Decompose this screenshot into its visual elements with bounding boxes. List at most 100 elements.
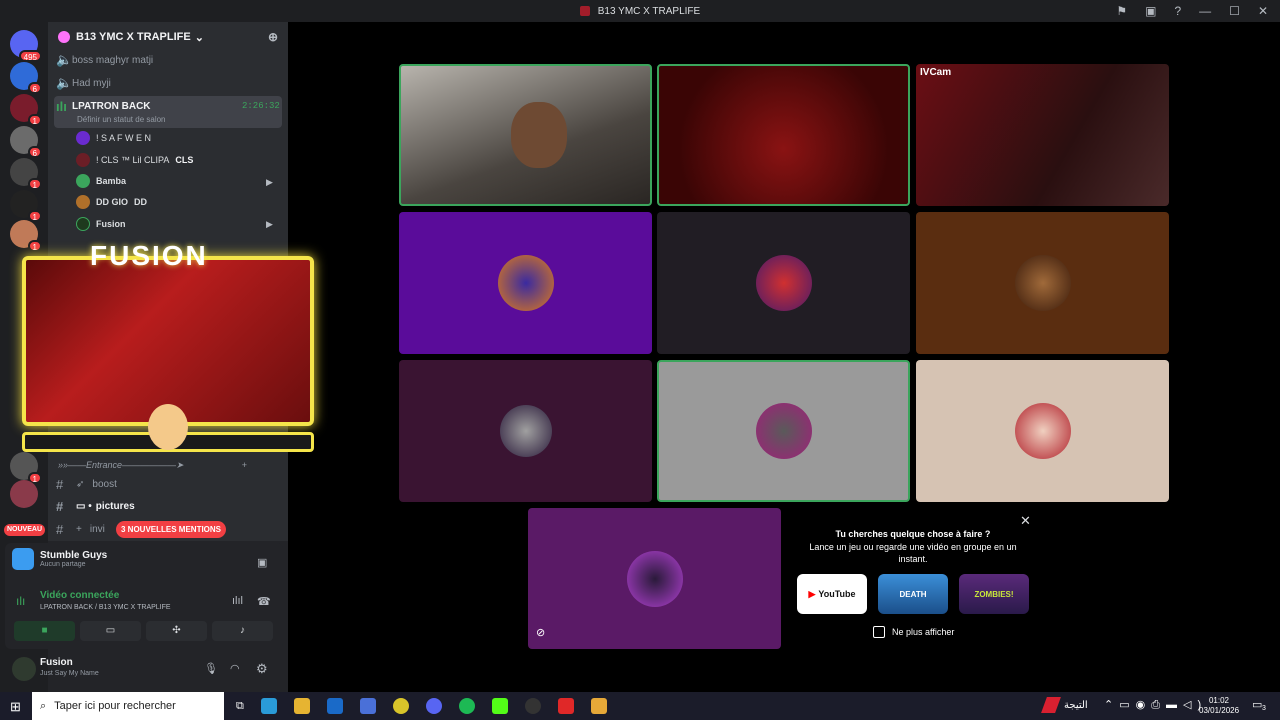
settings-icon[interactable]: ⚙ xyxy=(256,661,268,677)
checkbox[interactable] xyxy=(873,626,885,638)
microphone-icon[interactable]: 🎙 xyxy=(204,662,218,675)
checkbox-label[interactable]: Ne plus afficher xyxy=(892,627,954,637)
clock[interactable]: 01:02 03/01/2026 xyxy=(1199,696,1239,716)
file-explorer-icon[interactable] xyxy=(293,698,310,714)
edge-icon[interactable] xyxy=(260,698,277,714)
active-channel-row[interactable]: ılı LPATRON BACK xyxy=(56,96,151,116)
server-icon[interactable]: 1 xyxy=(10,220,42,252)
video-tile[interactable] xyxy=(916,212,1169,354)
screen-share-icon[interactable]: ▣ xyxy=(257,556,267,569)
unread-badge: 6 xyxy=(27,82,42,94)
video-tile[interactable] xyxy=(916,360,1169,502)
text-channel[interactable]: # ▭ • pictures xyxy=(56,496,135,516)
video-tile[interactable] xyxy=(399,360,652,502)
user-avatar[interactable] xyxy=(12,657,36,681)
inbox-icon[interactable]: ⚑ xyxy=(1116,4,1127,18)
kick-icon[interactable] xyxy=(491,698,508,714)
headset-icon[interactable]: ◠ xyxy=(230,662,240,675)
server-icon[interactable] xyxy=(10,480,38,508)
participant-face xyxy=(511,102,567,168)
category-name: »»——Entrance——————➤ xyxy=(58,459,184,470)
windows-start-icon[interactable]: ⊞ xyxy=(10,699,21,715)
app-icon[interactable] xyxy=(557,698,574,714)
video-tile[interactable]: IVCam xyxy=(916,64,1169,206)
video-button[interactable]: ■ xyxy=(14,621,75,641)
voice-status[interactable]: Vidéo connectée xyxy=(40,590,119,601)
server-header[interactable]: B13 YMC X TRAPLIFE ⌄ ⊕ xyxy=(48,22,288,52)
close-icon[interactable]: ✕ xyxy=(1020,513,1031,529)
voice-user[interactable]: ! S A F W E N xyxy=(76,128,151,148)
add-member-icon[interactable]: ⊕ xyxy=(268,30,278,44)
video-tile[interactable] xyxy=(657,212,910,354)
discord-icon[interactable] xyxy=(425,698,442,714)
voice-location[interactable]: LPATRON BACK / B13 YMC X TRAPLIFE xyxy=(40,604,171,611)
outlook-icon[interactable] xyxy=(326,698,343,714)
video-tile[interactable]: ⊘ xyxy=(528,508,781,649)
app-icon[interactable] xyxy=(590,698,607,714)
activity-row[interactable]: Stumble Guys Aucun partage xyxy=(12,548,107,570)
clock-date: 03/01/2026 xyxy=(1199,706,1240,715)
youtube-app[interactable]: ▶ YouTube xyxy=(797,574,867,614)
disconnect-icon[interactable]: ☎ xyxy=(257,595,271,608)
noise-suppression-icon[interactable]: ılıl xyxy=(232,595,243,607)
store-icon[interactable] xyxy=(359,698,376,714)
server-icon[interactable]: 1 xyxy=(10,452,42,484)
hash-icon: # xyxy=(56,476,64,492)
activity-suggestion: ✕ Tu cherches quelque chose à faire ? La… xyxy=(784,508,1042,649)
app-icon[interactable] xyxy=(524,698,541,714)
new-badge: NOUVEAU xyxy=(4,524,46,536)
spotify-icon[interactable] xyxy=(458,698,475,714)
video-tile[interactable] xyxy=(399,64,652,206)
server-icon[interactable]: 1 xyxy=(10,190,42,222)
mentions-badge[interactable]: 3 NOUVELLES MENTIONS xyxy=(116,521,227,538)
user-name[interactable]: Fusion xyxy=(40,657,73,668)
suggestion-heading: Tu cherches quelque chose à faire ? xyxy=(835,529,991,539)
video-tile[interactable] xyxy=(657,360,910,502)
avatar xyxy=(755,255,812,311)
server-icon[interactable]: 6 xyxy=(10,62,42,94)
video-tile[interactable] xyxy=(399,212,652,354)
voice-channel[interactable]: 🔈 boss maghyr matji xyxy=(56,50,153,70)
voice-user[interactable]: DD GIO DD xyxy=(76,192,147,212)
text-channel[interactable]: # ➶ boost xyxy=(56,474,117,494)
window-switch-icon[interactable]: ▣ xyxy=(1145,4,1156,18)
screen-share-button[interactable]: ▭ xyxy=(80,621,141,641)
video-tile[interactable] xyxy=(657,64,910,206)
server-icon[interactable]: 1 xyxy=(10,94,42,126)
avatar xyxy=(76,153,90,167)
soundboard-button[interactable]: ♪ xyxy=(212,621,273,641)
voice-user[interactable]: Fusion xyxy=(76,214,126,234)
game-app[interactable]: ZOMBIES! xyxy=(959,574,1029,614)
speaker-icon: 🔈 xyxy=(56,52,73,67)
minimize-button[interactable]: — xyxy=(1199,4,1211,18)
search-box[interactable]: ⌕ Taper ici pour rechercher xyxy=(32,692,224,720)
maximize-button[interactable]: ☐ xyxy=(1229,4,1240,18)
category-header[interactable]: »»——Entrance——————➤ + xyxy=(58,455,247,475)
close-button[interactable]: ✕ xyxy=(1258,4,1268,18)
app-icon[interactable] xyxy=(392,698,409,714)
call-timer: 2:26:32 xyxy=(242,101,280,111)
plus-icon: + xyxy=(76,523,82,535)
game-app[interactable]: DEATH xyxy=(878,574,948,614)
voice-channel[interactable]: 🔈 Had myji xyxy=(56,73,111,93)
text-channel[interactable]: # + invi xyxy=(56,519,105,539)
channel-status[interactable]: Définir un statut de salon xyxy=(77,115,166,124)
server-icon[interactable]: 6 xyxy=(10,126,42,158)
voice-user[interactable]: Bamba xyxy=(76,171,126,191)
voice-user[interactable]: ! CLS ™ Lil CLIPA CLS xyxy=(76,150,193,170)
channel-name: LPATRON BACK xyxy=(72,100,151,112)
help-icon[interactable]: ? xyxy=(1174,4,1181,18)
server-icon[interactable]: 1 xyxy=(10,158,42,190)
notification-icon[interactable]: ▭ xyxy=(1252,698,1262,711)
add-channel-icon[interactable]: + xyxy=(242,460,247,470)
app-name: DEATH xyxy=(899,589,927,599)
task-view-icon[interactable]: ⧉ xyxy=(236,700,244,713)
user-tag: CLS xyxy=(175,155,194,165)
hash-icon: # xyxy=(56,498,64,514)
activities-button[interactable]: ✣ xyxy=(146,621,207,641)
user-name: DD GIO xyxy=(96,197,129,207)
suggestion-body: Lance un jeu ou regarde une vidéo en gro… xyxy=(809,542,1017,564)
tray-icons[interactable]: ⌃▭◉⎙▬◁) xyxy=(1104,698,1207,712)
unread-badge: 6 xyxy=(27,146,42,158)
home-icon[interactable]: 495 xyxy=(10,30,42,62)
